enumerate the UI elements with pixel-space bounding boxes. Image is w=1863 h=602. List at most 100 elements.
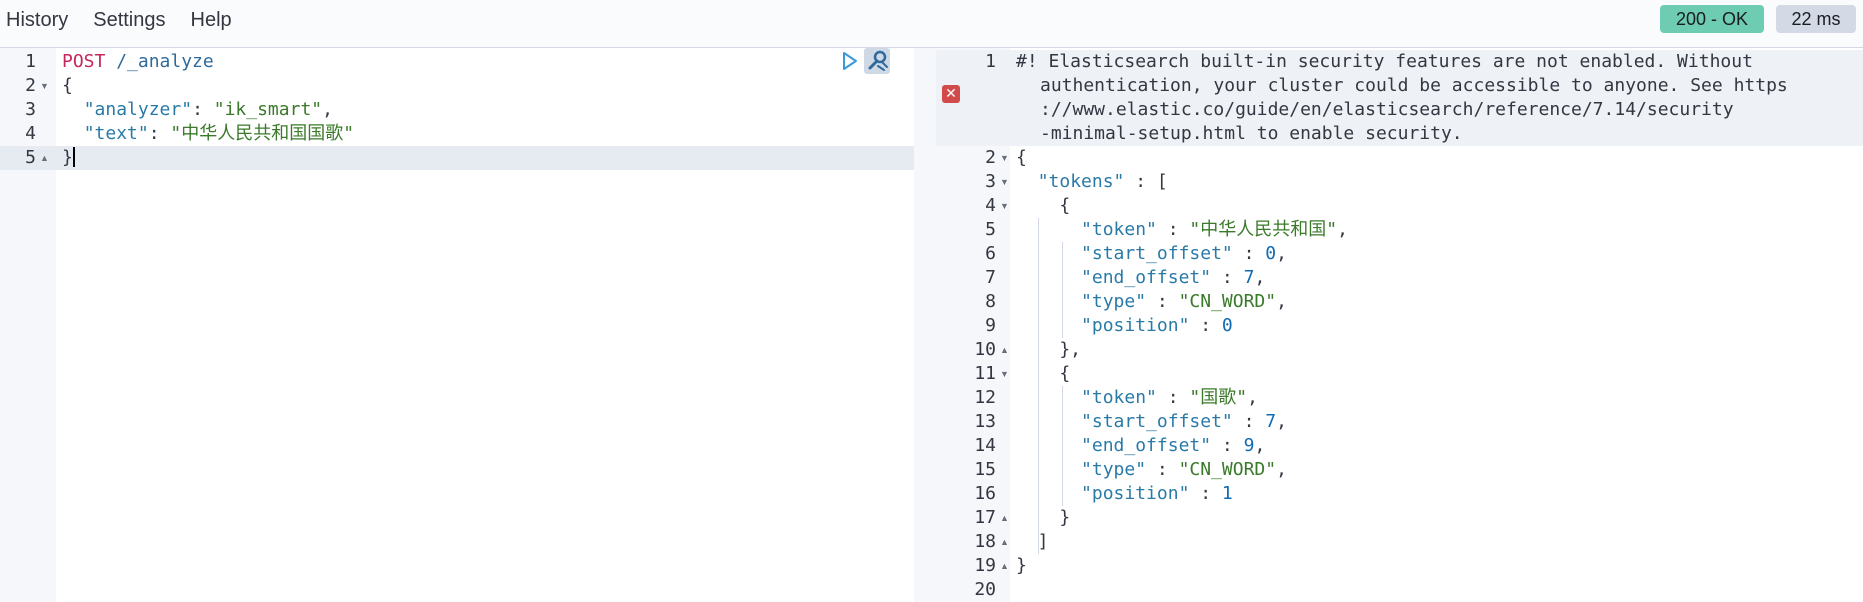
line-number: 14: [974, 435, 996, 456]
fold-open-icon[interactable]: ▼: [1000, 170, 1009, 194]
start-offset-line: "start_offset" : 7,: [1081, 411, 1287, 432]
line-number: 3: [25, 99, 36, 120]
json-value: 0: [1221, 315, 1233, 336]
json-value: 1: [1221, 483, 1233, 504]
history-menu-item[interactable]: History: [6, 9, 68, 31]
token-line: "token" : "国歌",: [1081, 387, 1258, 408]
json-value: "CN_WORD": [1178, 291, 1277, 312]
line-number: 12: [974, 387, 996, 408]
line-number: 2: [985, 147, 996, 168]
json-key: "type": [1081, 291, 1147, 312]
error-x-icon[interactable]: ✕: [942, 85, 960, 103]
request-line-5: }: [62, 146, 75, 170]
json-comma: ,: [322, 99, 333, 120]
json-value: "中华人民共和国国歌": [170, 123, 355, 144]
line-number: 7: [985, 267, 996, 288]
line-number: 5: [985, 219, 996, 240]
fold-close-icon[interactable]: ▲: [1000, 530, 1009, 554]
json-value: 9: [1243, 435, 1255, 456]
line-number: 9: [985, 315, 996, 336]
json-brace: {: [1016, 147, 1027, 168]
json-key: "position": [1081, 483, 1190, 504]
request-line-1: POST /_analyze: [62, 50, 214, 74]
json-value: "国歌": [1189, 387, 1248, 408]
warning-line: authentication, your cluster could be ac…: [1040, 75, 1788, 96]
type-line: "type" : "CN_WORD",: [1081, 291, 1287, 312]
tokens-line: "tokens" : [: [1037, 171, 1168, 192]
json-key: "tokens": [1037, 171, 1125, 192]
fold-close-icon[interactable]: ▲: [1000, 506, 1009, 530]
end-offset-line: "end_offset" : 9,: [1081, 435, 1266, 456]
json-key: "text": [83, 123, 149, 144]
line-number: 10: [974, 339, 996, 360]
active-line-highlight: [0, 146, 914, 170]
json-value: 0: [1265, 243, 1277, 264]
json-key: "end_offset": [1081, 267, 1212, 288]
settings-menu-item[interactable]: Settings: [93, 9, 165, 31]
line-number: 3: [985, 171, 996, 192]
line-number: 17: [974, 507, 996, 528]
request-url: /_analyze: [116, 51, 214, 72]
json-key: "token": [1081, 387, 1157, 408]
token-line: "token" : "中华人民共和国",: [1081, 219, 1348, 240]
http-method: POST: [62, 51, 106, 72]
request-editor[interactable]: 1 2 ▼ 3 4 5 ▲ POST /_analyze { "analyzer…: [0, 48, 914, 602]
warning-line: ://www.elastic.co/guide/en/elasticsearch…: [1040, 99, 1734, 120]
play-icon[interactable]: [838, 50, 860, 72]
fold-close-icon[interactable]: ▲: [40, 146, 49, 170]
line-number: 18: [974, 531, 996, 552]
json-bracket: ]: [1016, 531, 1049, 552]
line-number: 13: [974, 411, 996, 432]
json-brace: {: [1016, 195, 1071, 216]
json-value: 7: [1265, 411, 1277, 432]
text-cursor: [72, 147, 75, 167]
json-brace: }: [1016, 507, 1071, 528]
json-key: "type": [1081, 459, 1147, 480]
request-line-3: "analyzer": "ik_smart",: [83, 99, 333, 120]
json-key: "token": [1081, 219, 1157, 240]
line-number: 15: [974, 459, 996, 480]
status-code-badge: 200 - OK: [1660, 5, 1764, 33]
line-number: 6: [985, 243, 996, 264]
line-number: 1: [25, 51, 36, 72]
console-menu: History Settings Help: [6, 9, 232, 31]
line-number: 4: [25, 123, 36, 144]
json-key: "analyzer": [83, 99, 193, 120]
json-value: "CN_WORD": [1178, 459, 1277, 480]
fold-open-icon[interactable]: ▼: [1000, 194, 1009, 218]
response-editor: ✕ 1 2 ▼ 3 ▼ 4 ▼ 5 6 7 8 9 10 ▲ 11 ▼ 12 1…: [936, 48, 1863, 602]
request-time-badge: 22 ms: [1776, 5, 1856, 33]
fold-close-icon[interactable]: ▲: [1000, 338, 1009, 362]
help-menu-item[interactable]: Help: [191, 9, 232, 31]
json-brace: }: [1016, 555, 1027, 576]
wrench-icon[interactable]: [864, 48, 890, 74]
warning-line: -minimal-setup.html to enable security.: [1040, 123, 1463, 144]
line-number: 20: [974, 579, 996, 600]
json-key: "position": [1081, 315, 1190, 336]
json-value: "中华人民共和国": [1189, 219, 1338, 240]
warning-line: #! Elasticsearch built-in security featu…: [1016, 51, 1753, 72]
line-number: 1: [985, 51, 996, 72]
json-value: 7: [1243, 267, 1255, 288]
line-number: 4: [985, 195, 996, 216]
top-toolbar: History Settings Help 200 - OK 22 ms: [0, 0, 1863, 48]
line-number: 5: [25, 147, 36, 168]
json-value: "ik_smart": [213, 99, 323, 120]
json-key: "start_offset": [1081, 411, 1233, 432]
type-line: "type" : "CN_WORD",: [1081, 459, 1287, 480]
fold-open-icon[interactable]: ▼: [40, 74, 49, 98]
line-number: 11: [974, 363, 996, 384]
fold-close-icon[interactable]: ▲: [1000, 554, 1009, 578]
end-offset-line: "end_offset" : 7,: [1081, 267, 1266, 288]
fold-open-icon[interactable]: ▼: [1000, 146, 1009, 170]
line-number: 19: [974, 555, 996, 576]
json-brace: }: [62, 147, 73, 168]
pane-resizer[interactable]: [914, 48, 936, 602]
start-offset-line: "start_offset" : 0,: [1081, 243, 1287, 264]
line-number: 2: [25, 75, 36, 96]
json-key: "start_offset": [1081, 243, 1233, 264]
fold-open-icon[interactable]: ▼: [1000, 362, 1009, 386]
line-number: 8: [985, 291, 996, 312]
line-number: 16: [974, 483, 996, 504]
console-app: History Settings Help 200 - OK 22 ms 1 2…: [0, 0, 1863, 602]
